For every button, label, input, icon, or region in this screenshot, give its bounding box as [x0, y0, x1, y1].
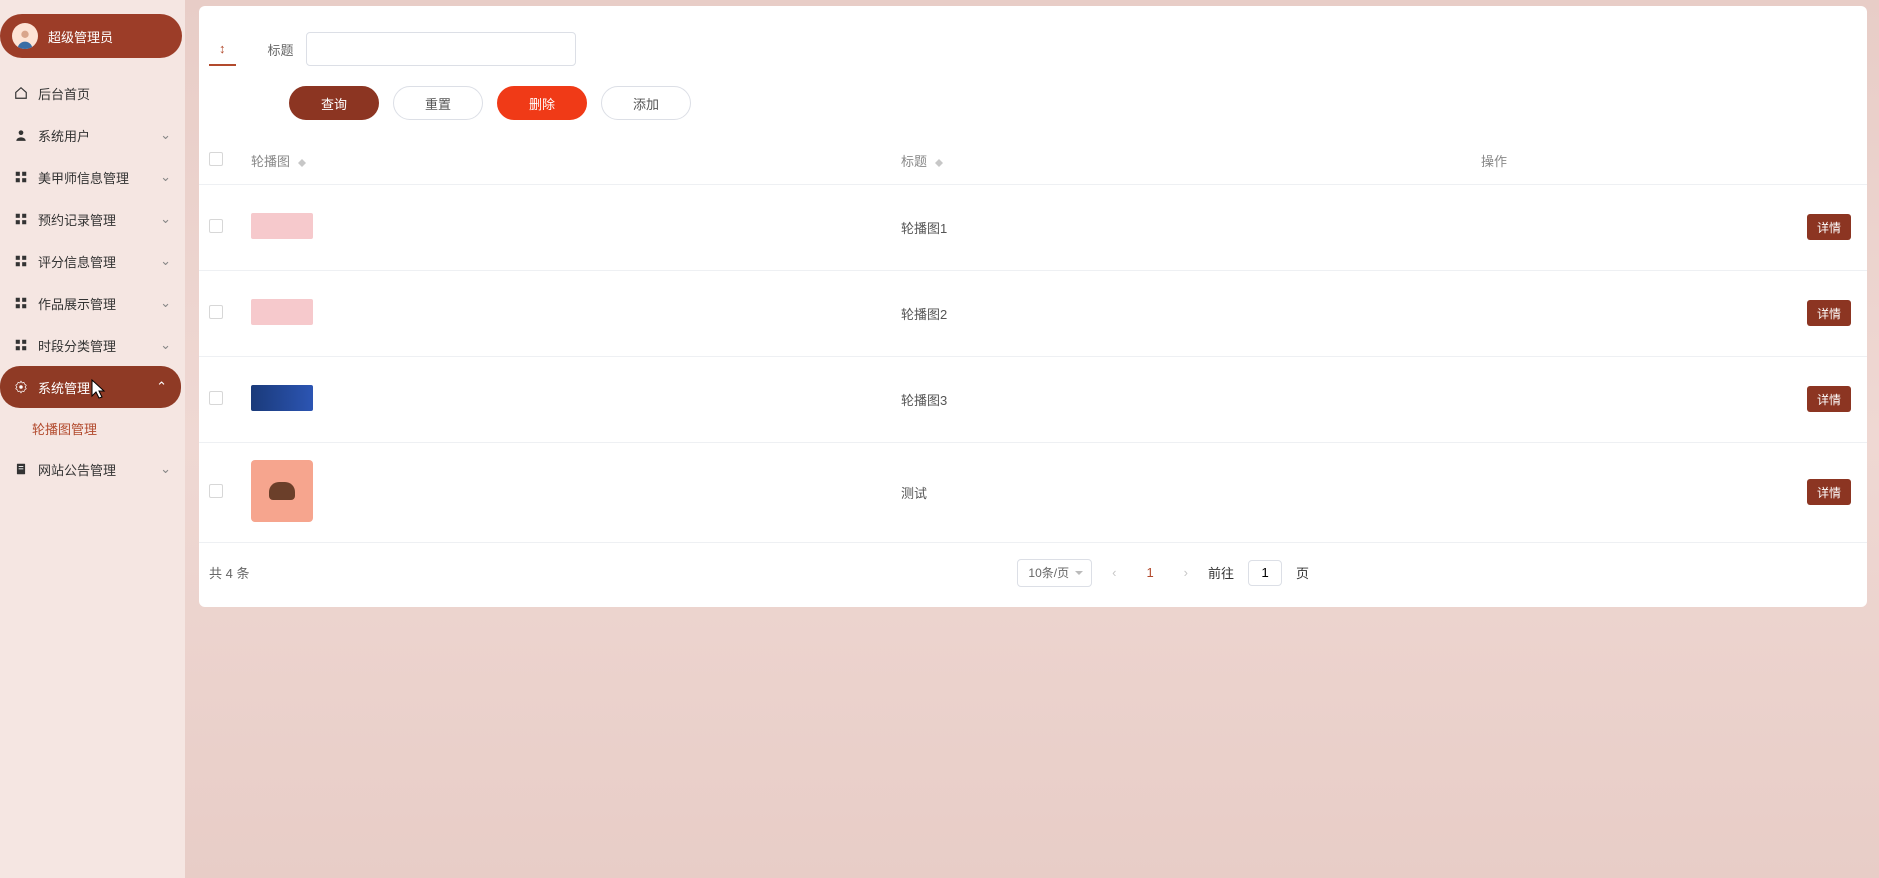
sidebar-item-appointment[interactable]: 预约记录管理 ⌄ [0, 198, 185, 240]
chevron-down-icon: ⌄ [160, 295, 171, 311]
detail-button[interactable]: 详情 [1807, 386, 1851, 412]
table-row: 轮播图3 详情 [199, 356, 1867, 442]
grid-icon [14, 170, 28, 184]
row-title: 测试 [901, 486, 927, 501]
title-input[interactable] [306, 32, 576, 66]
chevron-down-icon: ⌄ [160, 127, 171, 143]
sidebar-item-label: 美甲师信息管理 [38, 168, 129, 187]
grid-icon [14, 254, 28, 268]
sidebar-item-users[interactable]: 系统用户 ⌄ [0, 114, 185, 156]
add-button[interactable]: 添加 [601, 86, 691, 120]
filter-row: ↕ 标题 [199, 6, 1867, 66]
sidebar-subitem-carousel[interactable]: 轮播图管理 [0, 408, 185, 448]
goto-prefix: 前往 [1208, 563, 1234, 582]
home-icon [14, 86, 28, 100]
filter-tab[interactable]: ↕ [209, 33, 236, 66]
row-thumbnail[interactable] [251, 385, 313, 411]
query-button[interactable]: 查询 [289, 86, 379, 120]
sidebar-item-label: 作品展示管理 [38, 294, 116, 313]
row-thumbnail[interactable] [251, 299, 313, 325]
sidebar-item-label: 网站公告管理 [38, 460, 116, 479]
chevron-down-icon: ⌄ [160, 461, 171, 477]
chevron-down-icon: ⌄ [160, 337, 171, 353]
sidebar-item-label: 后台首页 [38, 84, 90, 103]
main-content: ↕ 标题 查询 重置 删除 添加 轮播图 [185, 0, 1879, 878]
row-checkbox[interactable] [209, 484, 223, 498]
next-page[interactable]: › [1178, 565, 1194, 580]
sidebar-subitem-label: 轮播图管理 [32, 419, 97, 438]
filter-label: 标题 [268, 40, 294, 59]
sidebar-item-works[interactable]: 作品展示管理 ⌄ [0, 282, 185, 324]
user-role: 超级管理员 [48, 27, 113, 46]
pagination: 共 4 条 10条/页 ‹ 1 › 前往 页 [199, 543, 1867, 607]
doc-icon [14, 462, 28, 476]
chevron-down-icon: ⌄ [160, 169, 171, 185]
chevron-up-icon: ⌃ [156, 379, 167, 395]
avatar [12, 23, 38, 49]
sidebar: 超级管理员 后台首页 系统用户 ⌄ 美甲师信息管理 ⌄ [0, 0, 185, 878]
gear-icon [14, 380, 28, 394]
th-title: 标题 [891, 138, 1481, 184]
goto-page-input[interactable] [1248, 560, 1282, 586]
grid-icon [14, 212, 28, 226]
current-page[interactable]: 1 [1136, 565, 1163, 580]
user-badge: 超级管理员 [0, 14, 182, 58]
row-thumbnail[interactable] [251, 213, 313, 239]
th-image: 轮播图 [241, 138, 891, 184]
sidebar-item-label: 预约记录管理 [38, 210, 116, 229]
sidebar-item-announcement[interactable]: 网站公告管理 ⌄ [0, 448, 185, 490]
action-buttons: 查询 重置 删除 添加 [199, 66, 1867, 138]
row-thumbnail[interactable] [251, 460, 313, 522]
detail-button[interactable]: 详情 [1807, 479, 1851, 505]
table-row: 测试 详情 [199, 442, 1867, 542]
sort-icon[interactable] [298, 157, 306, 169]
row-title: 轮播图1 [901, 221, 947, 236]
delete-button[interactable]: 删除 [497, 86, 587, 120]
card: ↕ 标题 查询 重置 删除 添加 轮播图 [199, 6, 1867, 607]
page-size-select[interactable]: 10条/页 [1017, 559, 1092, 587]
reset-button[interactable]: 重置 [393, 86, 483, 120]
user-icon [14, 128, 28, 142]
table-body: 轮播图1 详情 轮播图2 详情 轮播图3 详情 [199, 184, 1867, 542]
chevron-down-icon: ⌄ [160, 253, 171, 269]
sidebar-item-label: 时段分类管理 [38, 336, 116, 355]
row-title: 轮播图2 [901, 307, 947, 322]
row-title: 轮播图3 [901, 393, 947, 408]
data-table: 轮播图 标题 操作 [199, 138, 1867, 543]
th-op: 操作 [1481, 138, 1867, 184]
grid-icon [14, 296, 28, 310]
chevron-down-icon: ⌄ [160, 211, 171, 227]
sidebar-item-manicurist[interactable]: 美甲师信息管理 ⌄ [0, 156, 185, 198]
prev-page[interactable]: ‹ [1106, 565, 1122, 580]
detail-button[interactable]: 详情 [1807, 300, 1851, 326]
table-row: 轮播图2 详情 [199, 270, 1867, 356]
sidebar-item-timeslot[interactable]: 时段分类管理 ⌄ [0, 324, 185, 366]
table-row: 轮播图1 详情 [199, 184, 1867, 270]
sort-icon[interactable] [935, 157, 943, 169]
sidebar-item-rating[interactable]: 评分信息管理 ⌄ [0, 240, 185, 282]
select-all-checkbox[interactable] [209, 152, 223, 166]
detail-button[interactable]: 详情 [1807, 214, 1851, 240]
sidebar-item-label: 系统用户 [38, 126, 90, 145]
total-count: 共 4 条 [205, 563, 249, 582]
filter-tab-glyph: ↕ [219, 41, 226, 56]
row-checkbox[interactable] [209, 305, 223, 319]
sidebar-item-home[interactable]: 后台首页 [0, 72, 185, 114]
grid-icon [14, 338, 28, 352]
sidebar-item-system[interactable]: 系统管理 ⌃ [0, 366, 181, 408]
goto-suffix: 页 [1296, 563, 1309, 582]
row-checkbox[interactable] [209, 219, 223, 233]
row-checkbox[interactable] [209, 391, 223, 405]
sidebar-item-label: 评分信息管理 [38, 252, 116, 271]
sidebar-item-label: 系统管理 [38, 378, 90, 397]
